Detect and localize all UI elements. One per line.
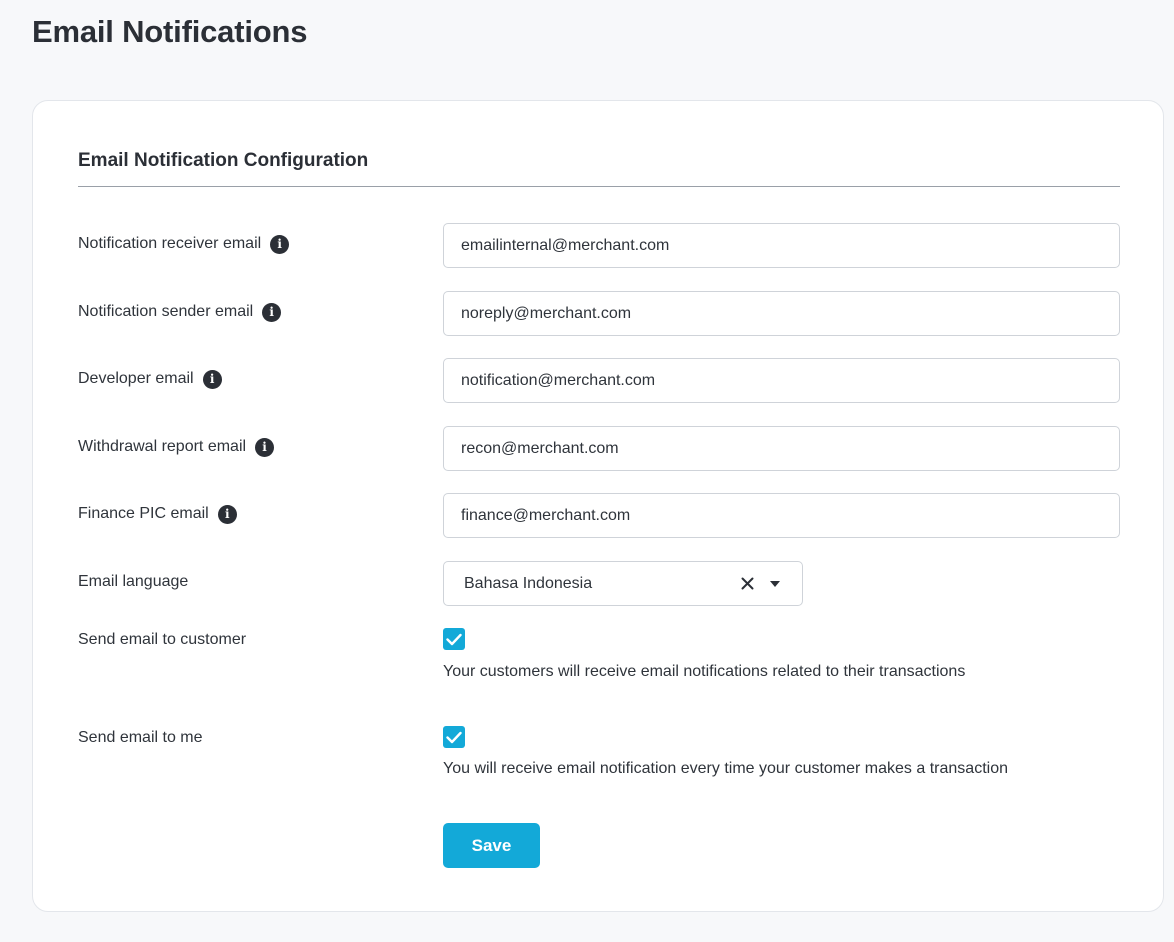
receiver-email-input[interactable] [443, 223, 1120, 268]
sender-email-input[interactable] [443, 291, 1120, 336]
send-customer-checkbox[interactable] [443, 628, 465, 650]
section-divider [78, 186, 1120, 187]
withdrawal-email-label: Withdrawal report email [78, 438, 247, 455]
email-config-card: Email Notification Configuration Notific… [32, 100, 1164, 912]
language-label-row: Email language [78, 570, 188, 594]
section-title: Email Notification Configuration [78, 150, 369, 171]
info-icon[interactable]: i [255, 437, 275, 457]
clear-icon[interactable] [740, 577, 754, 591]
developer-email-input[interactable] [443, 358, 1120, 403]
send-customer-label: Send email to customer [78, 631, 247, 648]
send-me-help-text: You will receive email notification ever… [443, 760, 1008, 777]
send-customer-help-text: Your customers will receive email notifi… [443, 663, 966, 680]
save-button[interactable]: Save [443, 823, 540, 868]
finance-email-input[interactable] [443, 493, 1120, 538]
info-icon[interactable]: i [270, 234, 290, 254]
send-me-checkbox[interactable] [443, 726, 465, 748]
info-icon[interactable]: i [217, 504, 237, 524]
checkmark-icon [446, 633, 462, 645]
language-select[interactable]: Bahasa Indonesia [443, 561, 803, 606]
developer-email-label: Developer email [78, 370, 194, 387]
finance-email-label-row: Finance PIC email i [78, 502, 237, 526]
receiver-email-label-row: Notification receiver email i [78, 232, 290, 256]
send-me-label-row: Send email to me [78, 726, 203, 750]
receiver-email-label: Notification receiver email [78, 235, 262, 252]
sender-email-label: Notification sender email [78, 303, 254, 320]
checkmark-icon [446, 731, 462, 743]
withdrawal-email-label-row: Withdrawal report email i [78, 435, 275, 459]
info-icon[interactable]: i [202, 369, 222, 389]
clear-icon-glyph [741, 577, 753, 590]
send-customer-label-row: Send email to customer [78, 628, 246, 652]
sender-email-label-row: Notification sender email i [78, 300, 282, 324]
chevron-down-icon[interactable] [770, 580, 780, 587]
withdrawal-email-input[interactable] [443, 426, 1120, 471]
page-title: Email Notifications [32, 14, 308, 49]
finance-email-label: Finance PIC email [78, 505, 209, 522]
send-me-label: Send email to me [78, 729, 203, 746]
language-label: Email language [78, 573, 189, 590]
language-selected-value: Bahasa Indonesia [464, 574, 593, 592]
developer-email-label-row: Developer email i [78, 367, 222, 391]
info-icon[interactable]: i [262, 302, 282, 322]
